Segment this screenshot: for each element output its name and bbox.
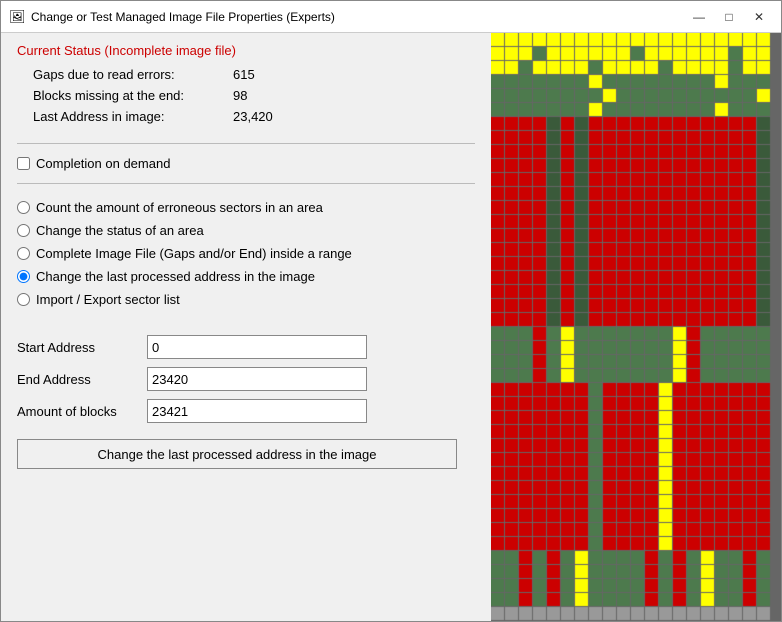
blocks-value: 98 [233,88,247,103]
radio-row-4: Import / Export sector list [17,290,475,309]
right-panel [491,33,781,621]
start-address-input[interactable] [147,335,367,359]
end-address-input[interactable] [147,367,367,391]
window-icon: 🖼 [9,9,25,25]
status-title: Current Status (Incomplete image file) [17,43,475,58]
content-area: Current Status (Incomplete image file) G… [1,33,781,621]
titlebar-buttons: — □ ✕ [685,6,773,28]
radio-label-4[interactable]: Import / Export sector list [36,292,180,307]
completion-checkbox-row: Completion on demand [17,152,475,175]
radio-label-2[interactable]: Complete Image File (Gaps and/or End) in… [36,246,352,261]
end-address-label: End Address [17,372,137,387]
action-button[interactable]: Change the last processed address in the… [17,439,457,469]
completion-checkbox[interactable] [17,157,30,170]
main-window: 🖼 Change or Test Managed Image File Prop… [0,0,782,622]
field-row-start: Start Address [17,335,475,359]
divider-1 [17,143,475,144]
titlebar: 🖼 Change or Test Managed Image File Prop… [1,1,781,33]
radio-complete-image[interactable] [17,247,30,260]
radio-count-errors[interactable] [17,201,30,214]
left-panel: Current Status (Incomplete image file) G… [1,33,491,621]
gaps-label: Gaps due to read errors: [33,67,233,82]
gaps-value: 615 [233,67,255,82]
divider-2 [17,183,475,184]
address-value: 23,420 [233,109,273,124]
radio-change-address[interactable] [17,270,30,283]
radio-row-3: Change the last processed address in the… [17,267,475,286]
field-row-end: End Address [17,367,475,391]
fields-section: Start Address End Address Amount of bloc… [17,335,475,423]
field-row-blocks: Amount of blocks [17,399,475,423]
address-label: Last Address in image: [33,109,233,124]
maximize-button[interactable]: □ [715,6,743,28]
status-row-address: Last Address in image: 23,420 [17,106,475,127]
radio-label-1[interactable]: Change the status of an area [36,223,204,238]
radio-change-status[interactable] [17,224,30,237]
radio-label-0[interactable]: Count the amount of erroneous sectors in… [36,200,323,215]
radio-import-export[interactable] [17,293,30,306]
button-section: Change the last processed address in the… [17,439,475,469]
blocks-label: Blocks missing at the end: [33,88,233,103]
minimize-button[interactable]: — [685,6,713,28]
status-section: Current Status (Incomplete image file) G… [17,43,475,127]
window-title: Change or Test Managed Image File Proper… [31,10,685,24]
start-address-label: Start Address [17,340,137,355]
status-row-blocks: Blocks missing at the end: 98 [17,85,475,106]
radio-row-1: Change the status of an area [17,221,475,240]
radio-section: Count the amount of erroneous sectors in… [17,192,475,315]
completion-label[interactable]: Completion on demand [36,156,170,171]
radio-row-2: Complete Image File (Gaps and/or End) in… [17,244,475,263]
status-row-gaps: Gaps due to read errors: 615 [17,64,475,85]
radio-row-0: Count the amount of erroneous sectors in… [17,198,475,217]
amount-blocks-input[interactable] [147,399,367,423]
pixel-grid-canvas [491,33,781,621]
close-button[interactable]: ✕ [745,6,773,28]
amount-blocks-label: Amount of blocks [17,404,137,419]
radio-label-3[interactable]: Change the last processed address in the… [36,269,315,284]
